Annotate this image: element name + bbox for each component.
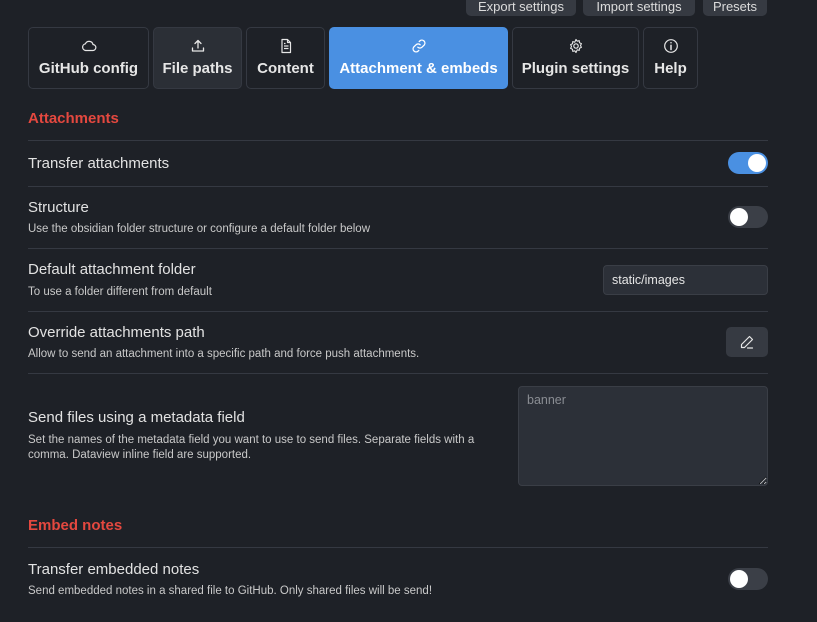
toggle-knob [730, 570, 748, 588]
import-settings-button[interactable]: Import settings [583, 0, 695, 16]
setting-name-override-attachments-path: Override attachments path [28, 324, 205, 341]
section-title-attachments: Attachments [28, 110, 119, 127]
tab-label: Help [654, 60, 687, 77]
setting-name-send-files-metadata: Send files using a metadata field [28, 409, 245, 426]
setting-desc-structure: Use the obsidian folder structure or con… [28, 223, 371, 235]
setting-desc-default-attachment-folder: To use a folder different from default [28, 286, 212, 298]
presets-button[interactable]: Presets [703, 0, 767, 16]
setting-desc-override-attachments-path: Allow to send an attachment into a speci… [28, 348, 420, 360]
file-text-icon [280, 38, 291, 54]
divider [28, 186, 768, 187]
tab-content[interactable]: Content [246, 27, 325, 89]
divider [28, 140, 768, 141]
tab-help[interactable]: Help [643, 27, 698, 89]
tab-github-config[interactable]: GitHub config [28, 27, 149, 89]
setting-name-transfer-embedded-notes: Transfer embedded notes [28, 561, 200, 578]
edit-override-path-button[interactable] [726, 327, 768, 357]
divider [28, 311, 768, 312]
cloud-icon [81, 40, 96, 52]
tab-plugin-settings[interactable]: Plugin settings [512, 27, 639, 89]
tab-label: Content [257, 60, 314, 77]
metadata-field-textarea[interactable] [518, 386, 768, 486]
setting-desc-send-files-metadata: Set the names of the metadata field you … [28, 434, 475, 461]
tab-label: Plugin settings [521, 60, 630, 77]
tab-file-paths[interactable]: File paths [153, 27, 242, 89]
transfer-attachments-toggle[interactable] [728, 152, 768, 174]
export-settings-button[interactable]: Export settings [466, 0, 576, 16]
toggle-knob [730, 208, 748, 226]
divider [28, 248, 768, 249]
setting-name-structure: Structure [28, 199, 89, 216]
divider [28, 547, 768, 548]
setting-name-default-attachment-folder: Default attachment folder [28, 261, 196, 278]
divider [28, 373, 768, 374]
tab-label: GitHub config [38, 60, 139, 77]
tab-label: File paths [162, 60, 233, 77]
structure-toggle[interactable] [728, 206, 768, 228]
setting-desc-transfer-embedded-notes: Send embedded notes in a shared file to … [28, 585, 433, 597]
section-title-embed-notes: Embed notes [28, 517, 123, 534]
pencil-icon [740, 335, 754, 349]
tab-attachment-embeds[interactable]: Attachment & embeds [329, 27, 508, 89]
gear-icon [569, 38, 582, 54]
default-attachment-folder-input[interactable] [603, 265, 768, 295]
toggle-knob [748, 154, 766, 172]
info-icon [663, 39, 678, 53]
setting-name-transfer-attachments: Transfer attachments [28, 155, 170, 172]
transfer-embedded-notes-toggle[interactable] [728, 568, 768, 590]
upload-icon [191, 39, 204, 52]
tab-label: Attachment & embeds [339, 60, 498, 77]
link-icon [411, 39, 426, 53]
